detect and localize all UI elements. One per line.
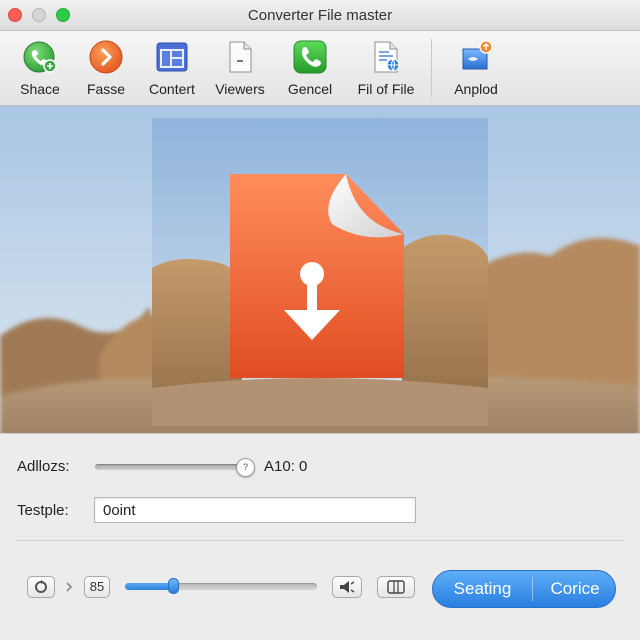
adjust-slider-track <box>95 464 243 470</box>
title-bar: Converter File master <box>0 0 640 31</box>
blue-window-icon <box>156 42 188 72</box>
toolbar-viewers-button[interactable]: Viewers <box>203 39 277 101</box>
seating-button[interactable]: Seating <box>433 571 532 607</box>
orange-arrow-icon <box>89 40 123 74</box>
layout-button[interactable] <box>377 576 415 598</box>
file-globe-icon <box>374 41 400 73</box>
layout-icon <box>387 580 405 594</box>
window-title: Converter File master <box>247 7 393 24</box>
toolbar: Shace Fasse Contert Viewers Gencel Fil o… <box>0 31 640 106</box>
upload-badge-icon <box>462 40 493 70</box>
toolbar-share-label: Shace <box>20 81 60 97</box>
speaker-icon <box>340 581 355 593</box>
toolbar-fasse-button[interactable]: Fasse <box>69 39 143 101</box>
green-share-icon <box>23 41 57 73</box>
toolbar-fasse-label: Fasse <box>86 81 126 97</box>
toolbar-file-button[interactable]: Fil of File <box>349 39 423 101</box>
toolbar-share-button[interactable]: Shace <box>3 39 77 101</box>
toolbar-upload-label: Anplod <box>454 81 498 97</box>
adjust-label: Adllozs: <box>17 458 70 475</box>
green-phone-icon <box>293 40 327 74</box>
adjust-slider-knob[interactable]: ? <box>236 458 255 477</box>
refresh-button[interactable] <box>27 576 55 598</box>
toolbar-cancel-button[interactable]: Gencel <box>273 39 347 101</box>
progress-knob[interactable] <box>168 578 179 594</box>
refresh-icon <box>35 580 47 593</box>
toolbar-convert-button[interactable]: Contert <box>135 39 209 101</box>
template-label: Testple: <box>17 502 69 519</box>
preview-stage <box>0 106 640 434</box>
adjust-slider[interactable]: ? <box>95 458 255 477</box>
toolbar-convert-label: Contert <box>149 81 195 97</box>
chevron-right-icon <box>66 582 73 592</box>
volume-button[interactable] <box>332 576 362 598</box>
adjust-value: A10: 0 <box>264 458 308 475</box>
template-input[interactable] <box>94 497 416 523</box>
counter-box[interactable]: 85 <box>84 576 110 598</box>
progress-fill <box>125 583 173 590</box>
progress-slider[interactable] <box>125 578 317 594</box>
toolbar-cancel-label: Gencel <box>287 81 333 97</box>
corice-button[interactable]: Corice <box>533 571 615 607</box>
section-divider <box>16 540 624 541</box>
toolbar-file-label: Fil of File <box>357 81 415 97</box>
document-icon <box>229 41 252 73</box>
app-window: Converter File master Shace Fasse Conter… <box>0 0 640 640</box>
orange-file-download-icon <box>230 174 404 378</box>
toolbar-viewers-label: Viewers <box>215 81 265 97</box>
toolbar-upload-button[interactable]: Anplod <box>439 39 513 101</box>
segmented-control: Seating Corice <box>432 570 616 608</box>
toolbar-separator <box>431 39 432 97</box>
